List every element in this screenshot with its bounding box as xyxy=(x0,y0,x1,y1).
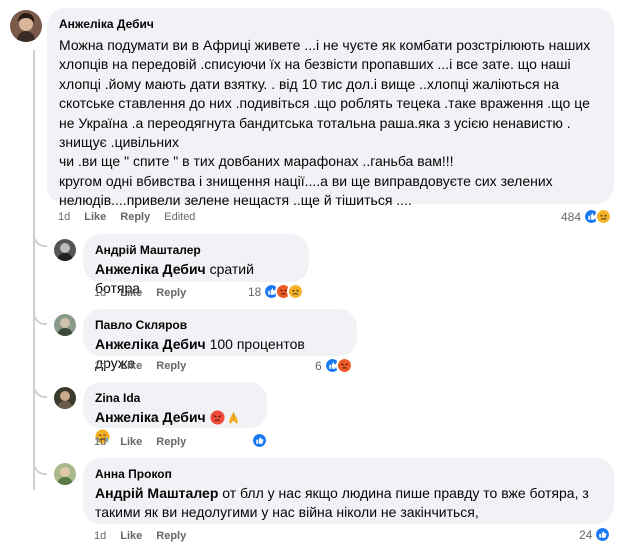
like-reaction-icon xyxy=(594,526,612,543)
reply-author[interactable]: Анна Прокоп xyxy=(95,466,602,482)
reply-time[interactable]: 1d xyxy=(94,287,106,299)
comment-text: Можна подумати ви в Африці живете ...і н… xyxy=(59,37,591,209)
reply-mention[interactable]: Андрій Машталер xyxy=(95,485,218,501)
thread-connector xyxy=(33,373,47,398)
comment-reactions[interactable]: 484 xyxy=(561,208,613,225)
reply-button[interactable]: Reply xyxy=(156,436,186,448)
thread-connector xyxy=(33,300,47,325)
like-button[interactable]: Like xyxy=(120,530,142,542)
avatar[interactable] xyxy=(54,239,76,261)
comment-bubble: Анжеліка Дебич Можна подумати ви в Африц… xyxy=(47,8,614,208)
reply-actions: 1d Like Reply xyxy=(94,436,186,448)
comment-time[interactable]: 1d xyxy=(58,211,70,223)
avatar[interactable] xyxy=(10,10,42,42)
reply-mention[interactable]: Анжеліка Дебич xyxy=(95,336,206,352)
sad-reaction-icon xyxy=(287,283,305,300)
reaction-count: 18 xyxy=(248,284,262,299)
avatar[interactable] xyxy=(54,387,76,409)
reply-bubble: Павло Скляров Анжеліка Дебич 100 процент… xyxy=(83,309,357,371)
reply-time[interactable]: 1d xyxy=(94,530,106,542)
reply-reactions[interactable]: 6 xyxy=(315,357,353,374)
reply-actions: 1d Like Reply xyxy=(94,287,186,299)
reply-mention[interactable]: Анжеліка Дебич xyxy=(95,261,206,277)
reply-button[interactable]: Reply xyxy=(156,287,186,299)
avatar[interactable] xyxy=(54,314,76,336)
sad-reaction-icon xyxy=(595,208,613,225)
comment-author[interactable]: Анжеліка Дебич xyxy=(59,16,602,32)
reply-actions: 1d Like Reply xyxy=(94,360,186,372)
reply-time[interactable]: 1d xyxy=(94,360,106,372)
reply-author[interactable]: Андрій Машталер xyxy=(95,242,297,258)
like-button[interactable]: Like xyxy=(120,436,142,448)
angry-reaction-icon xyxy=(335,357,353,374)
reply-button[interactable]: Reply xyxy=(156,360,186,372)
reply-bubble: Андрій Машталер Анжеліка Дебич сратий бо… xyxy=(83,234,309,296)
reply-actions: 1d Like Reply xyxy=(94,530,186,542)
angry-face-emoji-icon xyxy=(210,410,225,425)
reply-reactions[interactable] xyxy=(249,432,268,449)
reply-button[interactable]: Reply xyxy=(120,211,150,223)
thread-connector xyxy=(33,222,47,247)
reply-reactions[interactable]: 18 xyxy=(248,283,305,300)
reply-author[interactable]: Павло Скляров xyxy=(95,317,345,333)
like-button[interactable]: Like xyxy=(120,287,142,299)
like-button[interactable]: Like xyxy=(84,211,106,223)
thread-connector xyxy=(33,450,47,475)
reply-author[interactable]: Zina Ida xyxy=(95,390,255,406)
reply-bubble: Zina Ida Анжеліка Дебич xyxy=(83,382,267,444)
praying-hands-emoji-icon xyxy=(228,411,238,424)
like-button[interactable]: Like xyxy=(120,360,142,372)
like-reaction-icon xyxy=(251,432,268,449)
reaction-count: 6 xyxy=(315,358,322,373)
comment-actions: 1d Like Reply Edited xyxy=(58,211,195,223)
reaction-count: 484 xyxy=(561,209,582,224)
thread-line xyxy=(33,50,35,490)
reply-reactions[interactable]: 24 xyxy=(579,526,612,543)
avatar[interactable] xyxy=(54,463,76,485)
reply-mention[interactable]: Анжеліка Дебич xyxy=(95,409,206,425)
edited-label: Edited xyxy=(164,211,196,223)
reaction-count: 24 xyxy=(579,527,593,542)
reply-time[interactable]: 1d xyxy=(94,436,106,448)
reply-button[interactable]: Reply xyxy=(156,530,186,542)
reply-bubble: Анна Прокоп Андрій Машталер от блл у нас… xyxy=(83,458,614,524)
